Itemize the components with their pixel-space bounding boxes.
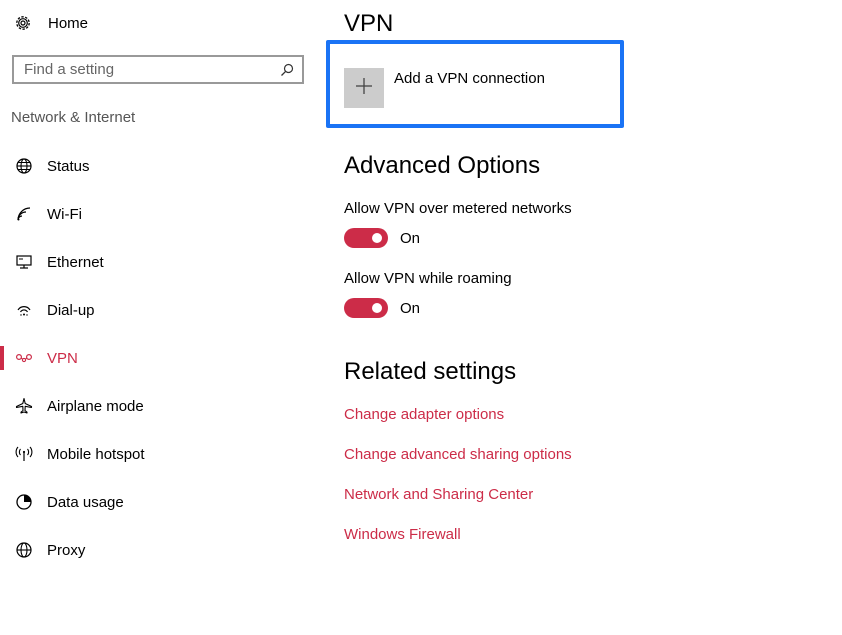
- metered-networks-state: On: [400, 229, 421, 247]
- roaming-toggle[interactable]: [344, 298, 388, 318]
- wifi-icon: [14, 205, 34, 223]
- sidebar-item-ethernet[interactable]: Ethernet: [0, 238, 320, 286]
- related-settings-heading: Related settings: [344, 358, 517, 385]
- metered-networks-label: Allow VPN over metered networks: [344, 200, 572, 217]
- sidebar-item-label: Mobile hotspot: [47, 445, 145, 463]
- sidebar-item-label: Ethernet: [47, 253, 104, 271]
- page-title: VPN: [344, 10, 394, 37]
- sidebar-item-data-usage[interactable]: Data usage: [0, 478, 320, 526]
- gear-icon: [14, 14, 32, 32]
- nav-list: Status Wi-Fi Ethernet Dial-up VPN Airpla…: [0, 142, 320, 574]
- data-usage-icon: [14, 493, 34, 511]
- sidebar-item-wifi[interactable]: Wi-Fi: [0, 190, 320, 238]
- airplane-icon: [14, 397, 34, 415]
- network-sharing-center-link[interactable]: Network and Sharing Center: [344, 486, 533, 503]
- sidebar-item-label: Data usage: [47, 493, 124, 511]
- sidebar-item-label: Proxy: [47, 541, 86, 559]
- vpn-icon: [14, 349, 34, 367]
- search-input[interactable]: [14, 57, 276, 82]
- change-advanced-sharing-options-link[interactable]: Change advanced sharing options: [344, 446, 572, 463]
- main-content: VPN Add a VPN connection Advanced Option…: [326, 0, 842, 635]
- metered-networks-toggle-row[interactable]: On: [344, 228, 420, 248]
- metered-networks-toggle[interactable]: [344, 228, 388, 248]
- sidebar-item-dialup[interactable]: Dial-up: [0, 286, 320, 334]
- sidebar-item-proxy[interactable]: Proxy: [0, 526, 320, 574]
- sidebar-item-label: Airplane mode: [47, 397, 144, 415]
- roaming-toggle-row[interactable]: On: [344, 298, 420, 318]
- search-icon[interactable]: [276, 59, 298, 81]
- search-box[interactable]: [12, 55, 304, 84]
- sidebar-item-label: VPN: [47, 349, 78, 367]
- toggle-knob: [372, 303, 382, 313]
- roaming-state: On: [400, 299, 421, 317]
- globe-status-icon: [14, 157, 34, 175]
- sidebar-item-label: Status: [47, 157, 90, 175]
- add-vpn-connection-button[interactable]: Add a VPN connection: [326, 40, 624, 128]
- change-adapter-options-link[interactable]: Change adapter options: [344, 406, 504, 423]
- proxy-globe-icon: [14, 541, 34, 559]
- advanced-options-heading: Advanced Options: [344, 152, 541, 179]
- add-vpn-tile[interactable]: [344, 68, 384, 108]
- ethernet-icon: [14, 253, 34, 271]
- add-vpn-label: Add a VPN connection: [394, 70, 545, 87]
- plus-icon: [355, 77, 373, 100]
- sidebar-item-status[interactable]: Status: [0, 142, 320, 190]
- windows-firewall-link[interactable]: Windows Firewall: [344, 526, 461, 543]
- sidebar-item-airplane-mode[interactable]: Airplane mode: [0, 382, 320, 430]
- section-header: Network & Internet: [11, 109, 136, 126]
- roaming-label: Allow VPN while roaming: [344, 270, 512, 287]
- sidebar-item-vpn[interactable]: VPN: [0, 334, 320, 382]
- sidebar-item-label: Dial-up: [47, 301, 95, 319]
- sidebar-item-label: Wi-Fi: [47, 205, 82, 223]
- sidebar: Home Network & Internet Status: [0, 0, 320, 635]
- dialup-icon: [14, 301, 34, 319]
- home-label: Home: [48, 14, 89, 32]
- sidebar-item-mobile-hotspot[interactable]: Mobile hotspot: [0, 430, 320, 478]
- home-button[interactable]: Home: [14, 12, 88, 34]
- toggle-knob: [372, 233, 382, 243]
- hotspot-icon: [14, 445, 34, 463]
